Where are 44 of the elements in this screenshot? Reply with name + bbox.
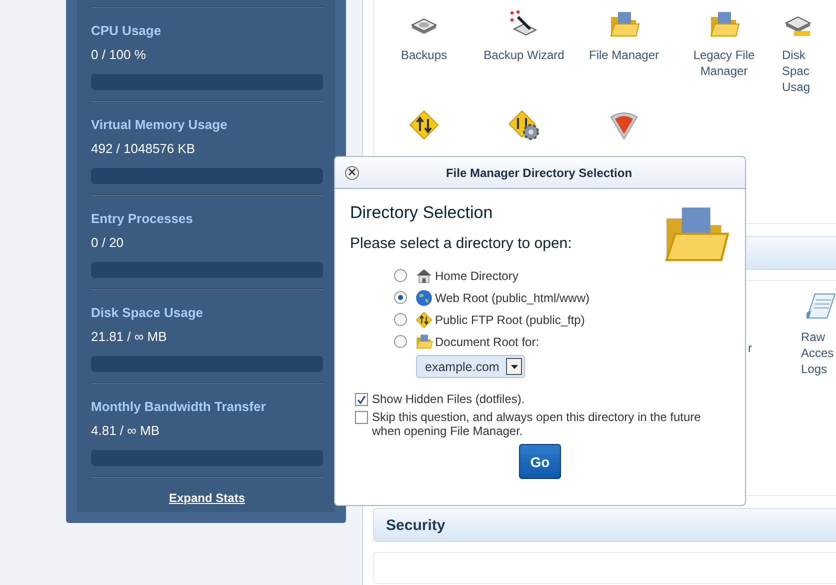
radio-button[interactable]: [394, 313, 407, 326]
tool-label[interactable]: r: [748, 341, 752, 355]
folder-icon: [415, 332, 433, 350]
expand-stats-link[interactable]: Expand Stats: [168, 491, 246, 505]
tool-label[interactable]: Backup Wizard: [484, 47, 564, 63]
up-down-arrows-icon: [415, 310, 433, 328]
radio-button[interactable]: [394, 335, 407, 348]
stat-label: Disk Space Usage: [91, 305, 204, 321]
domain-dropdown[interactable]: example.com: [416, 355, 525, 378]
stat-label: Monthly Bandwidth Transfer: [91, 399, 267, 415]
tool-label[interactable]: Raw Acces Logs: [801, 329, 836, 377]
caret-icon: [506, 358, 522, 375]
tool-label[interactable]: Disk Spac Usag: [782, 47, 816, 95]
stat-value: 4.81 / ∞ MB: [91, 423, 161, 439]
stat-value: 0 / 20: [91, 235, 125, 251]
stat-value: 21.81 / ∞ MB: [91, 329, 168, 345]
arrows-gear-icon: [508, 109, 540, 141]
stat-label: Virtual Memory Usage: [91, 117, 228, 133]
globe-icon: [415, 288, 433, 306]
dialog-prompt: Please select a directory to open:: [350, 235, 573, 252]
tool-label[interactable]: Backups: [400, 47, 448, 63]
radio-button[interactable]: [394, 269, 407, 282]
checkbox-label[interactable]: Skip this question, and always open this directory in the future when opening File Manager.: [372, 410, 730, 438]
checkbox[interactable]: [355, 411, 368, 424]
security-section-header[interactable]: Security: [373, 508, 836, 542]
close-icon[interactable]: [345, 166, 359, 180]
tool-label[interactable]: File Manager: [588, 47, 660, 63]
tool-label[interactable]: Legacy File Manager: [674, 47, 774, 79]
option-label[interactable]: Public FTP Root (public_ftp): [435, 312, 585, 326]
option-label[interactable]: Web Root (public_html/www): [435, 290, 590, 304]
checkbox[interactable]: [355, 393, 368, 406]
stat-value: 0 / 100 %: [91, 47, 147, 63]
stat-label: CPU Usage: [91, 23, 162, 39]
radio-button[interactable]: [394, 291, 407, 304]
checkbox-label[interactable]: Show Hidden Files (dotfiles).: [372, 392, 525, 406]
house-icon: [415, 266, 433, 284]
stat-label: Entry Processes: [91, 211, 194, 227]
option-label[interactable]: Document Root for:: [435, 334, 540, 348]
up-down-arrows-icon: [408, 109, 440, 141]
go-button[interactable]: Go: [519, 444, 561, 479]
option-label[interactable]: Home Directory: [435, 268, 518, 282]
stat-value: 492 / 1048576 KB: [91, 141, 196, 157]
dialog-title: File Manager Directory Selection: [444, 166, 634, 180]
dialog-heading: Directory Selection: [350, 203, 494, 223]
